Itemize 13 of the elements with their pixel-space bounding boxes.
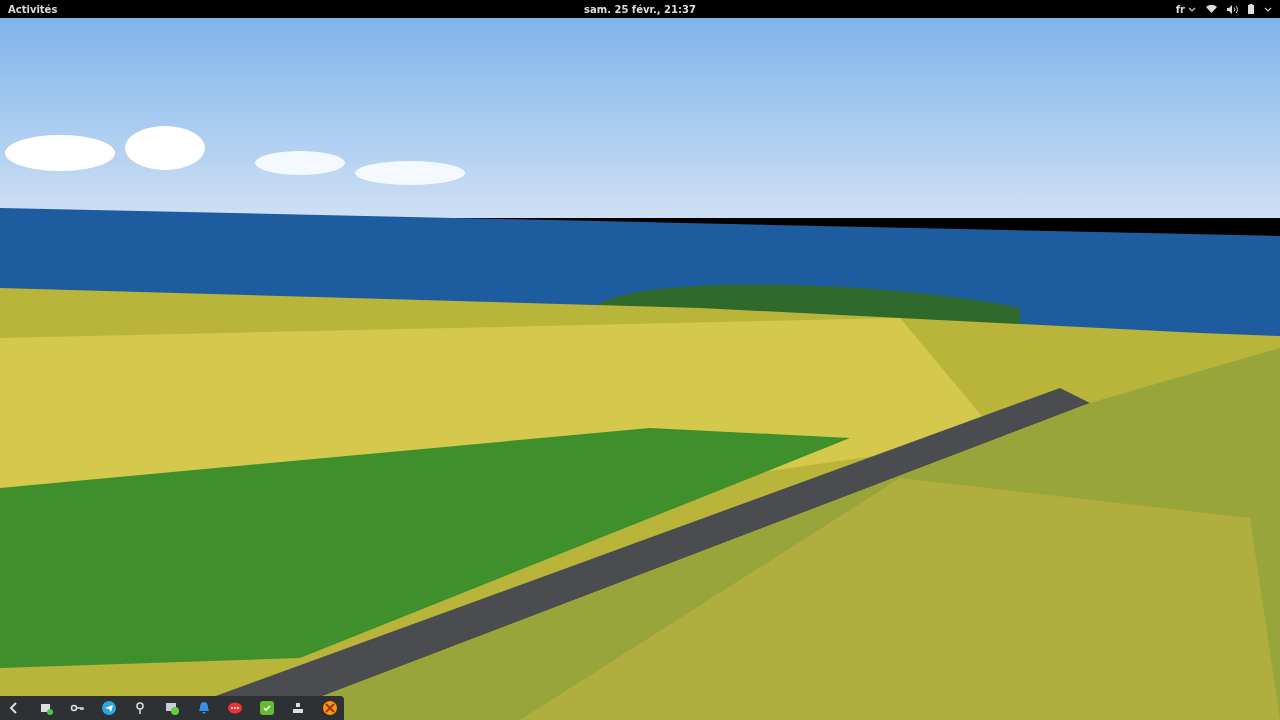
chat-bubble-icon[interactable] <box>227 700 244 716</box>
language-menu[interactable]: fr <box>1175 3 1196 15</box>
wifi-icon[interactable] <box>1206 5 1217 13</box>
checkmark-icon[interactable] <box>258 700 275 716</box>
screen-icon[interactable] <box>163 700 180 716</box>
clock[interactable]: sam. 25 févr., 21:37 <box>584 3 696 15</box>
battery-icon[interactable] <box>1248 4 1254 14</box>
caret-icon <box>1264 6 1272 12</box>
crossed-circle-icon[interactable] <box>321 700 338 716</box>
activities-button[interactable]: Activités <box>8 3 58 15</box>
paper-plane-icon[interactable] <box>100 700 117 716</box>
caret-icon <box>1188 6 1196 12</box>
speaker-icon[interactable] <box>1227 4 1238 14</box>
